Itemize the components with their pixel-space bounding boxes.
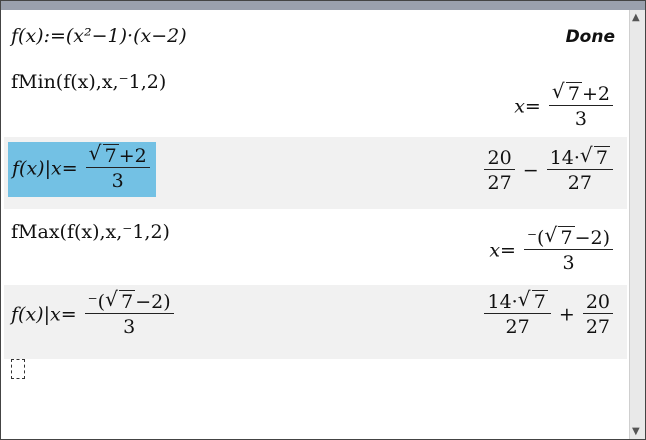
input-fraction: ⁻( 7−2) 3 xyxy=(84,288,174,340)
window-top-bar xyxy=(1,1,645,10)
history-row-5: f(x)|x= ⁻(7−2) 3 14·7 27 + 20 27 xyxy=(4,285,627,359)
denominator: 27 xyxy=(585,316,610,338)
output-prefix: x= xyxy=(489,239,516,262)
vertical-scrollbar[interactable]: ▲ ▼ xyxy=(629,10,645,439)
denominator: 3 xyxy=(574,108,587,130)
input-expression-4[interactable]: fMax(f(x),x,⁻1,2) xyxy=(11,221,170,243)
output-result-1[interactable]: Done xyxy=(566,27,615,47)
input-expression-3-selected[interactable]: f(x)|x= 7+2 3 xyxy=(8,142,156,197)
output-result-4[interactable]: x= ⁻( 7−2) 3 xyxy=(489,224,615,276)
denominator: 27 xyxy=(505,316,530,338)
sqrt-radicand: 7 xyxy=(102,144,119,167)
denominator: 3 xyxy=(111,170,124,192)
history-row-2: fMin(f(x),x,⁻1,2) x= 7+2 3 xyxy=(4,63,627,135)
numerator-pre: ⁻( xyxy=(527,227,545,249)
output-fraction: 7+2 3 xyxy=(548,80,613,132)
input-prefix: f(x)|x= xyxy=(11,303,77,326)
entry-cursor-box[interactable] xyxy=(11,359,25,379)
scroll-down-icon[interactable]: ▼ xyxy=(632,426,640,437)
sqrt-radicand: 7 xyxy=(558,226,575,249)
sqrt-radicand: 7 xyxy=(593,146,610,169)
denominator: 3 xyxy=(123,316,136,338)
sqrt-radicand: 7 xyxy=(531,290,548,313)
history-row-4: fMax(f(x),x,⁻1,2) x= ⁻( 7−2) 3 xyxy=(4,213,627,285)
output-fraction-a: 14· 7 27 xyxy=(484,288,551,340)
sqrt-radicand: 7 xyxy=(119,290,136,313)
history-area[interactable]: f(x):=(x²−1)·(x−2) Done fMin(f(x),x,⁻1,2… xyxy=(4,13,627,435)
numerator-pre: ⁻( xyxy=(87,291,106,313)
minus-sign: − xyxy=(522,159,539,182)
numerator-pre: 14· xyxy=(487,291,518,313)
input-expression-2[interactable]: fMin(f(x),x,⁻1,2) xyxy=(11,71,166,93)
numerator-tail: +2 xyxy=(581,83,610,105)
denominator: 27 xyxy=(567,172,592,194)
input-expression-5[interactable]: f(x)|x= ⁻( 7−2) 3 xyxy=(11,288,176,340)
output-fraction: ⁻( 7−2) 3 xyxy=(524,224,613,276)
numerator-pre: 14· xyxy=(549,147,580,169)
scroll-up-icon[interactable]: ▲ xyxy=(632,12,640,23)
denominator: 27 xyxy=(487,172,512,194)
history-row-1: f(x):=(x²−1)·(x−2) Done xyxy=(4,15,627,55)
input-expression-1[interactable]: f(x):=(x²−1)·(x−2) xyxy=(11,25,187,47)
sqrt-radicand: 7 xyxy=(565,82,582,105)
denominator: 3 xyxy=(562,252,575,274)
history-row-3: f(x)|x= 7+2 3 20 27 − 14·7 27 xyxy=(4,137,627,209)
input-fraction: 7+2 3 xyxy=(85,142,150,194)
output-result-2[interactable]: x= 7+2 3 xyxy=(514,80,615,132)
numerator-tail: +2 xyxy=(118,145,147,167)
numerator-tail: −2) xyxy=(574,227,610,249)
output-result-5[interactable]: 14· 7 27 + 20 27 xyxy=(482,288,615,340)
plus-sign: + xyxy=(558,303,575,326)
output-prefix: x= xyxy=(514,95,541,118)
numerator: 20 xyxy=(582,291,613,314)
output-fraction-b: 20 27 xyxy=(582,291,613,340)
output-fraction-b: 14· 7 27 xyxy=(546,144,613,196)
output-fraction-a: 20 27 xyxy=(484,147,515,196)
calculator-window: f(x):=(x²−1)·(x−2) Done fMin(f(x),x,⁻1,2… xyxy=(0,0,646,440)
input-prefix: f(x)|x= xyxy=(12,157,78,180)
numerator: 20 xyxy=(484,147,515,170)
numerator-tail: −2) xyxy=(135,291,171,313)
output-result-3[interactable]: 20 27 − 14· 7 27 xyxy=(482,144,615,196)
